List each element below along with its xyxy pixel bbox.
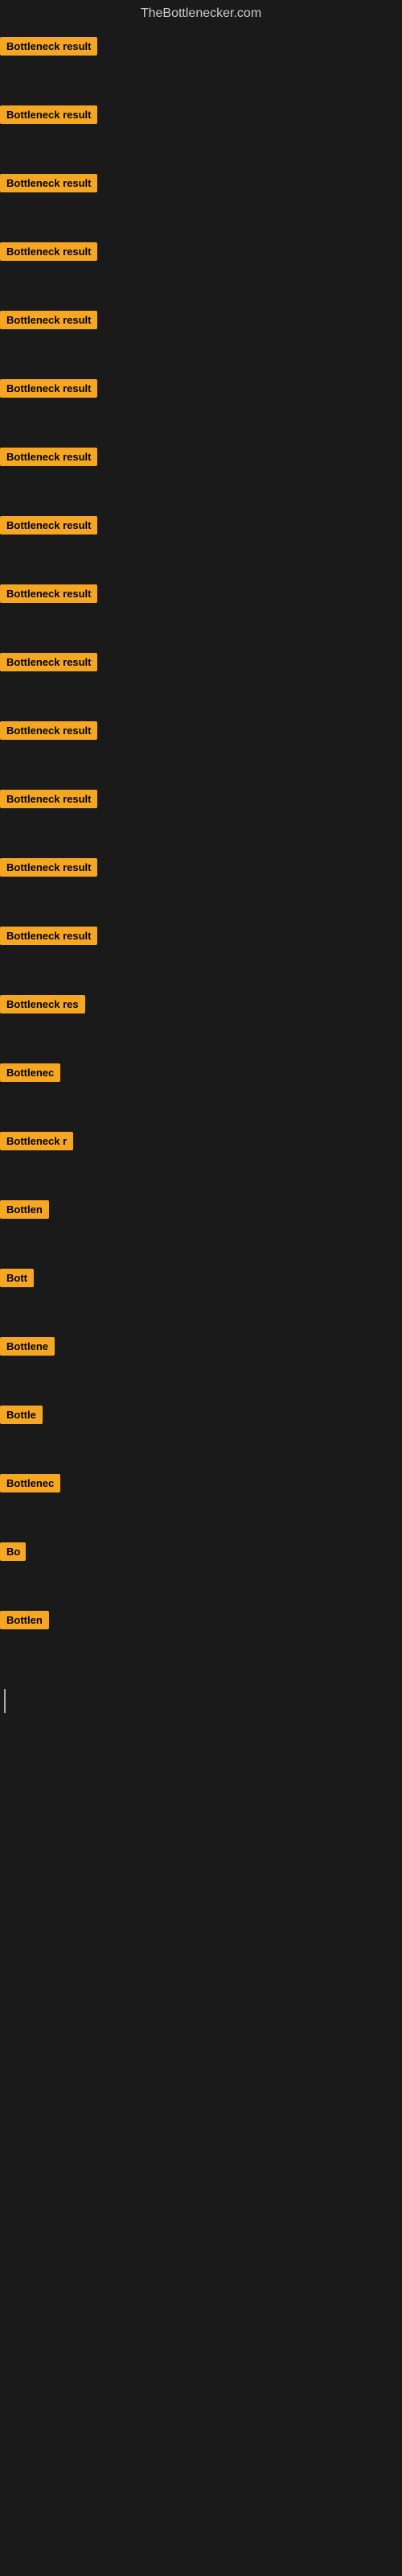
- bottleneck-badge: Bottleneck result: [0, 105, 97, 124]
- bottleneck-item: Bottleneck result: [0, 373, 402, 441]
- bottleneck-badge: Bottlen: [0, 1611, 49, 1629]
- bottleneck-item: Bottlen: [0, 1194, 402, 1262]
- bottleneck-item: Bottleneck result: [0, 236, 402, 304]
- site-title: TheBottlenecker.com: [0, 0, 402, 31]
- bottleneck-item: Bottleneck result: [0, 783, 402, 852]
- bottleneck-item: Bottlenec: [0, 1468, 402, 1536]
- bottleneck-badge: Bottleneck result: [0, 721, 97, 740]
- bottleneck-item: Bottleneck result: [0, 441, 402, 510]
- bottleneck-item: Bottle: [0, 1399, 402, 1468]
- bottleneck-item: Bottleneck result: [0, 715, 402, 783]
- bottleneck-badge: Bottleneck result: [0, 242, 97, 261]
- bottleneck-badge: Bottleneck res: [0, 995, 85, 1013]
- bottleneck-item: Bott: [0, 1262, 402, 1331]
- bottleneck-badge: Bottleneck result: [0, 37, 97, 56]
- items-container: Bottleneck result Bottleneck result Bottle…: [0, 31, 402, 1673]
- bottleneck-item: Bottleneck result: [0, 31, 402, 99]
- bottleneck-badge: Bottlen: [0, 1200, 49, 1219]
- bottleneck-item: Bo: [0, 1536, 402, 1604]
- cursor-line: [4, 1689, 6, 1713]
- bottleneck-item: Bottleneck result: [0, 852, 402, 920]
- bottleneck-item: Bottleneck result: [0, 646, 402, 715]
- bottleneck-item: Bottleneck result: [0, 920, 402, 989]
- bottleneck-item: Bottleneck result: [0, 167, 402, 236]
- bottleneck-badge: Bottleneck result: [0, 790, 97, 808]
- bottleneck-badge: Bottleneck result: [0, 584, 97, 603]
- bottleneck-badge: Bottlenec: [0, 1474, 60, 1492]
- bottleneck-item: Bottleneck result: [0, 510, 402, 578]
- bottleneck-item: Bottlene: [0, 1331, 402, 1399]
- bottleneck-badge: Bottleneck result: [0, 174, 97, 192]
- bottleneck-badge: Bottleneck result: [0, 516, 97, 535]
- bottleneck-badge: Bottleneck result: [0, 653, 97, 671]
- bottleneck-item: Bottleneck result: [0, 578, 402, 646]
- bottleneck-badge: Bottlenec: [0, 1063, 60, 1082]
- bottleneck-badge: Bott: [0, 1269, 34, 1287]
- bottleneck-badge: Bottleneck r: [0, 1132, 73, 1150]
- bottleneck-badge: Bottleneck result: [0, 858, 97, 877]
- bottleneck-badge: Bottleneck result: [0, 379, 97, 398]
- bottleneck-badge: Bottleneck result: [0, 311, 97, 329]
- bottleneck-badge: Bottlene: [0, 1337, 55, 1356]
- bottleneck-item: Bottlenec: [0, 1057, 402, 1125]
- bottleneck-item: Bottleneck result: [0, 304, 402, 373]
- bottleneck-item: Bottleneck res: [0, 989, 402, 1057]
- bottleneck-badge: Bottleneck result: [0, 448, 97, 466]
- bottleneck-badge: Bo: [0, 1542, 26, 1561]
- bottleneck-item: Bottlen: [0, 1604, 402, 1673]
- bottleneck-item: Bottleneck result: [0, 99, 402, 167]
- bottleneck-badge: Bottleneck result: [0, 927, 97, 945]
- bottleneck-item: Bottleneck r: [0, 1125, 402, 1194]
- page-container: TheBottlenecker.com Bottleneck resultBot…: [0, 0, 402, 1713]
- bottleneck-badge: Bottle: [0, 1406, 43, 1424]
